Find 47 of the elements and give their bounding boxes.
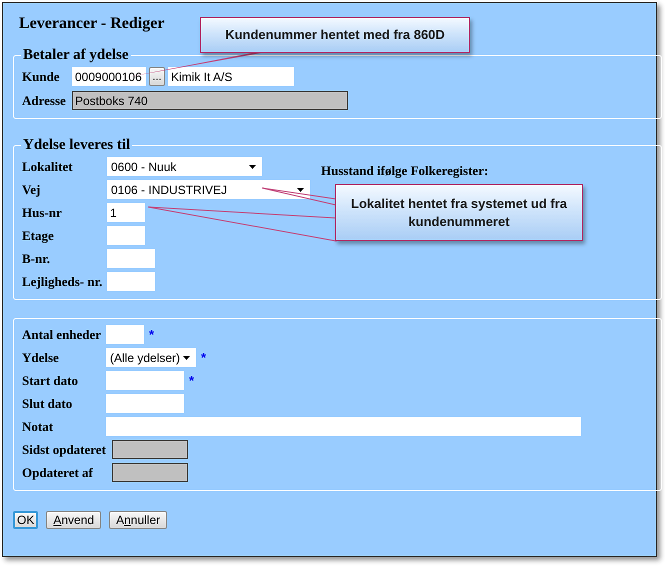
window-title: Leverancer - Rediger bbox=[19, 15, 166, 33]
caret-icon bbox=[183, 356, 190, 360]
required-mark: * bbox=[189, 373, 194, 388]
dialog-button[interactable]: OK bbox=[13, 511, 38, 529]
field-label: Adresse bbox=[22, 92, 67, 108]
required-mark: * bbox=[149, 327, 154, 342]
input-field[interactable] bbox=[106, 394, 184, 413]
section-legend: Ydelse leveres til bbox=[21, 137, 132, 154]
field-label: B-nr. bbox=[22, 250, 52, 266]
lookup-button[interactable]: ... bbox=[149, 67, 165, 86]
input-field[interactable] bbox=[106, 417, 581, 436]
input-field[interactable]: 1 bbox=[107, 203, 145, 222]
readonly-field[interactable]: Postboks 740 bbox=[72, 91, 348, 110]
field-label: Lokalitet bbox=[22, 158, 74, 174]
dialog-button[interactable]: Anvend bbox=[46, 511, 102, 529]
field-label: Start dato bbox=[22, 372, 79, 388]
field-label: Antal enheder bbox=[22, 326, 102, 342]
dialog-button[interactable]: Annuller bbox=[109, 511, 168, 529]
required-mark: * bbox=[201, 350, 206, 365]
select-dropdown[interactable]: 0600 - Nuuk bbox=[107, 157, 262, 176]
input-field[interactable] bbox=[107, 249, 155, 268]
input-field[interactable] bbox=[106, 371, 184, 390]
field-label: Lejligheds- nr. bbox=[22, 274, 104, 290]
callout-note: Kundenummer hentet med fra 860D bbox=[200, 17, 470, 53]
readonly-field[interactable] bbox=[112, 463, 188, 482]
field-label: Opdateret af bbox=[22, 464, 94, 480]
input-field[interactable]: 0009000106 bbox=[72, 67, 146, 86]
select-dropdown[interactable]: (Alle ydelser) bbox=[106, 348, 196, 367]
select-dropdown[interactable]: 0106 - INDUSTRIVEJ bbox=[107, 180, 310, 199]
input-field[interactable] bbox=[107, 226, 145, 245]
input-field[interactable]: Kimik It A/S bbox=[168, 67, 294, 86]
section-note: Husstand ifølge Folkeregister: bbox=[321, 163, 488, 179]
field-label: Notat bbox=[22, 418, 54, 434]
field-label: Hus-nr bbox=[22, 204, 63, 220]
caret-icon bbox=[297, 188, 304, 192]
readonly-field[interactable] bbox=[112, 440, 188, 459]
field-label: Etage bbox=[22, 228, 55, 244]
field-label: Sidst opdateret bbox=[22, 442, 106, 458]
callout-note: Lokalitet hentet fra systemet ud fra kundenummeret bbox=[335, 184, 583, 241]
section-legend: Betaler af ydelse bbox=[21, 47, 131, 64]
input-field[interactable] bbox=[106, 325, 144, 344]
field-label: Vej bbox=[22, 182, 42, 198]
field-label: Slut dato bbox=[22, 396, 74, 412]
input-field[interactable] bbox=[107, 272, 155, 291]
caret-icon bbox=[249, 164, 256, 168]
field-label: Ydelse bbox=[22, 350, 60, 366]
field-label: Kunde bbox=[22, 68, 61, 84]
